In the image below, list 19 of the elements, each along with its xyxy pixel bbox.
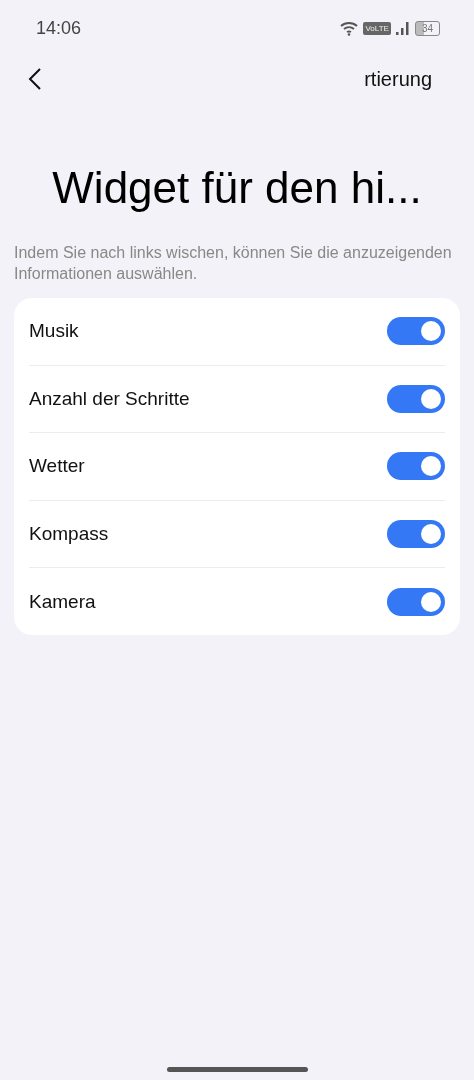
signal-icon — [394, 21, 411, 35]
network-label: VoLTE — [363, 21, 391, 35]
setting-label: Anzahl der Schritte — [29, 387, 190, 410]
header-action[interactable]: rtierung — [364, 67, 432, 91]
toggle-switch[interactable] — [387, 452, 445, 481]
battery-indicator: 34 — [414, 20, 440, 36]
toggle-switch[interactable] — [387, 384, 445, 413]
toggle-switch[interactable] — [387, 317, 445, 346]
toggle-switch[interactable] — [387, 587, 445, 616]
back-icon[interactable] — [28, 67, 42, 91]
toggle-switch[interactable] — [387, 520, 445, 549]
setting-label: Wetter — [29, 455, 85, 478]
description-text: Indem Sie nach links wischen, können Sie die anzuzeigenden Informationen auswählen. — [14, 243, 453, 284]
setting-label: Kompass — [29, 523, 109, 546]
status-time: 14:06 — [36, 17, 82, 39]
wifi-icon — [339, 20, 360, 36]
setting-label: Musik — [29, 320, 79, 343]
page-title: Widget für den hi... — [51, 162, 423, 214]
setting-label: Kamera — [29, 590, 96, 613]
